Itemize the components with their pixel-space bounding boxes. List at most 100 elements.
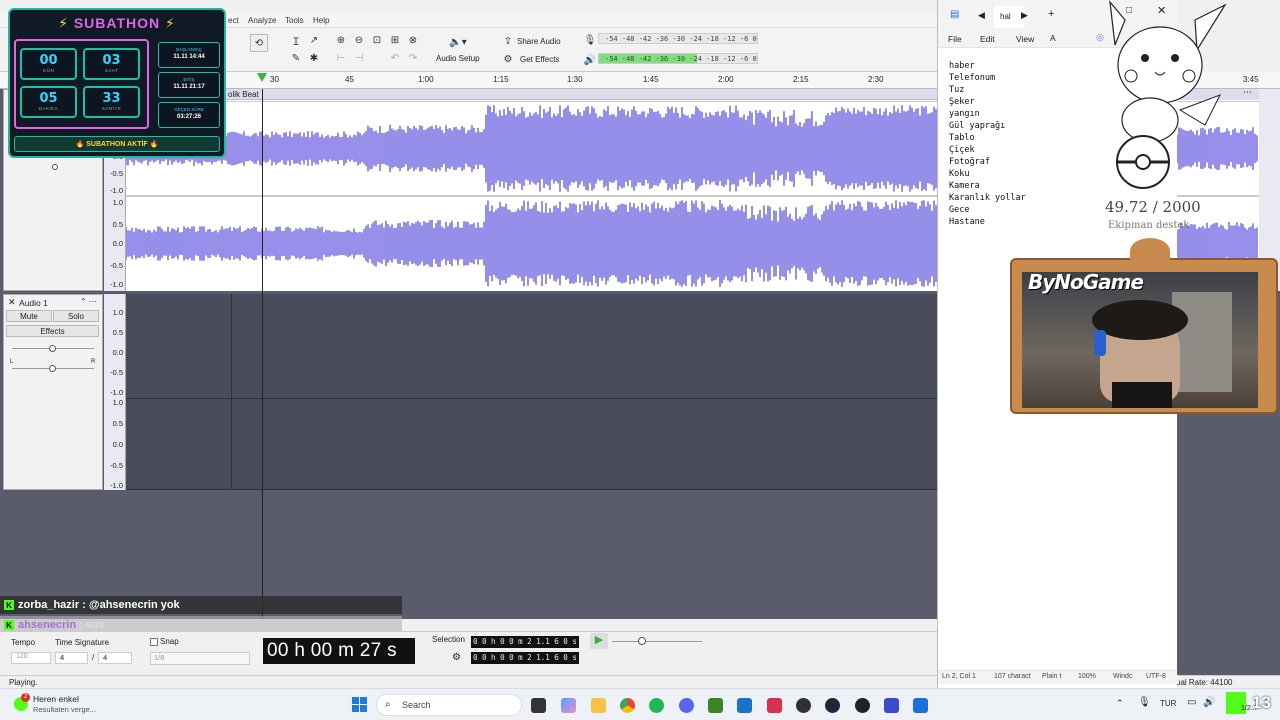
task-view-icon[interactable]	[531, 698, 546, 713]
track2-close-icon[interactable]: ✕	[8, 297, 16, 308]
notification-title[interactable]: Heren enkel	[33, 694, 79, 704]
select-tool-icon[interactable]: Ｉ	[288, 32, 304, 48]
track2-control-panel[interactable]: ✕ Audio 1 ⌃ ⋯ Mute Solo Effects L R	[3, 294, 103, 490]
notepad-menu-edit[interactable]: Edit	[980, 34, 995, 44]
zoom-out-icon[interactable]: ⊖	[351, 32, 367, 48]
menu-help[interactable]: Help	[313, 16, 329, 25]
mute-button[interactable]: Mute	[6, 310, 52, 322]
counter-label: SANİYE	[101, 106, 122, 111]
selection-label: Selection	[432, 635, 465, 644]
undo-icon[interactable]: ↶	[387, 50, 403, 66]
solo-button[interactable]: Solo	[53, 310, 99, 322]
menu-analyze[interactable]: Analyze	[248, 16, 276, 25]
fit-selection-icon[interactable]: ⊡	[369, 32, 385, 48]
audacity-icon[interactable]	[884, 698, 899, 713]
playhead-marker-icon[interactable]	[257, 73, 267, 82]
network-icon[interactable]: ▭	[1187, 697, 1196, 708]
start-icon[interactable]	[352, 697, 367, 712]
menu-tools[interactable]: Tools	[285, 16, 304, 25]
gain-slider-thumb[interactable]	[49, 345, 56, 352]
time-display[interactable]: 00 h 00 m 27 s	[263, 638, 415, 664]
notepad-menu-view[interactable]: View	[1016, 34, 1034, 44]
pan-slider-thumb[interactable]	[49, 365, 56, 372]
steam-icon[interactable]	[825, 698, 840, 713]
track2-name[interactable]: Audio 1	[19, 298, 48, 308]
multi-tool-icon[interactable]: ✱	[306, 50, 322, 66]
effects-button[interactable]: Effects	[6, 325, 99, 337]
snap-value: 1/8	[154, 653, 165, 662]
tray-mic-icon[interactable]: 🎙	[1138, 697, 1151, 708]
speaker-icon[interactable]: 🔈▾	[446, 34, 470, 50]
yscale-label: -0.5	[110, 261, 123, 270]
tray-chevron-icon[interactable]: ⌃	[1116, 698, 1124, 709]
chrome-icon[interactable]	[620, 698, 635, 713]
ruler-tick: 2:15	[793, 75, 809, 84]
minecraft-icon[interactable]	[708, 698, 723, 713]
notepad-taskbar-icon[interactable]	[913, 698, 928, 713]
track1-pan-slider[interactable]	[52, 164, 58, 170]
timesig-den-value: 4	[103, 653, 108, 662]
selection-start[interactable]: 0 0 h 0 0 m 2 1.1 6 0 s	[471, 636, 579, 648]
track2-collapse-icon[interactable]: ⌃ ⋯	[80, 297, 97, 306]
selection-end[interactable]: 0 0 h 0 0 m 2 1.1 6 0 s	[471, 652, 579, 664]
get-effects-icon: ⚙	[503, 53, 513, 65]
volume-icon[interactable]: 🔊	[1203, 697, 1215, 708]
playback-meter-ticks: -54 -48 -42 -36 -30 -24 -18 -12 -6 0	[605, 54, 757, 63]
taskbar-search[interactable]: ⌕ Search	[376, 694, 522, 716]
notepad-menu-file[interactable]: File	[948, 34, 962, 44]
timesig-denominator[interactable]: 4	[98, 652, 132, 664]
redo-icon[interactable]: ↷	[405, 50, 421, 66]
zoom-in-icon[interactable]: ⊕	[333, 32, 349, 48]
audio-setup-button[interactable]: Audio Setup	[436, 54, 480, 63]
track2-yscale: 1.0 0.5 0.0 -0.5 -1.0 1.0 0.5 0.0 -0.5 -…	[104, 294, 126, 490]
clip-menu-icon[interactable]: ⋯	[1243, 87, 1252, 98]
obs-icon[interactable]	[796, 698, 811, 713]
spotify-icon[interactable]	[649, 698, 664, 713]
discord-icon[interactable]	[679, 698, 694, 713]
track1-waveform-svg	[126, 101, 937, 287]
share-audio-button[interactable]: Share Audio	[517, 37, 561, 46]
loop-icon[interactable]: ⟲	[250, 34, 268, 52]
track1-waveform[interactable]: olik Beat	[126, 89, 937, 291]
envelope-tool-icon[interactable]: ↗	[306, 32, 322, 48]
playback-meter[interactable]: -54 -48 -42 -36 -30 -24 -18 -12 -6 0	[598, 53, 758, 64]
fit-project-icon[interactable]: ⊞	[387, 32, 403, 48]
timesig-numerator[interactable]: 4	[55, 652, 88, 664]
draw-tool-icon[interactable]: ✎	[288, 50, 304, 66]
track-area[interactable]: 0.0 -0.5 -1.0 1.0 0.5 0.0 -0.5 -1.0 olik…	[0, 89, 940, 619]
info-value: 11.11 21:17	[173, 84, 205, 90]
menu-effect[interactable]: ect	[228, 16, 239, 25]
yscale-label: 0.0	[112, 348, 123, 357]
file-explorer-icon[interactable]	[591, 698, 606, 713]
chat-user: ahsenecrin	[18, 619, 77, 631]
play-speed-slider[interactable]	[612, 641, 702, 642]
track1-clip-header[interactable]: olik Beat	[126, 89, 937, 100]
trim-icon[interactable]: ⊢	[333, 50, 349, 66]
language-indicator[interactable]: TUR	[1160, 699, 1176, 708]
play-at-speed-icon[interactable]: ▶	[590, 633, 608, 649]
app-icon[interactable]	[737, 698, 752, 713]
selection-edge	[231, 294, 232, 490]
selection-settings-icon[interactable]: ⚙	[452, 652, 461, 663]
app-icon[interactable]	[767, 698, 782, 713]
microphone-icon	[1112, 382, 1172, 408]
tab-forward-icon[interactable]: ▶	[1021, 10, 1028, 21]
track2-empty-area[interactable]	[126, 294, 937, 490]
get-effects-button[interactable]: Get Effects	[520, 55, 559, 64]
fire-icon: 🔥	[75, 141, 87, 148]
play-speed-thumb[interactable]	[638, 637, 646, 645]
yscale-label: 0.5	[112, 419, 123, 428]
notepad-tab[interactable]: hal	[994, 6, 1024, 28]
format-icon[interactable]: A	[1050, 33, 1056, 43]
snap-checkbox[interactable]	[150, 638, 158, 646]
media-player-icon[interactable]	[855, 698, 870, 713]
tempo-input[interactable]: 120	[11, 652, 51, 664]
record-meter[interactable]: -54 -48 -42 -36 -30 -24 -18 -12 -6 0	[598, 33, 758, 44]
notification-subtitle[interactable]: Resultaten verge...	[33, 705, 96, 714]
new-tab-icon[interactable]: +	[1048, 8, 1054, 20]
silence-icon[interactable]: ⊣	[351, 50, 367, 66]
copilot-icon[interactable]	[561, 698, 576, 713]
snap-select[interactable]: 1/8	[150, 652, 250, 665]
tab-back-icon[interactable]: ◀	[978, 10, 985, 21]
zoom-toggle-icon[interactable]: ⊗	[405, 32, 421, 48]
